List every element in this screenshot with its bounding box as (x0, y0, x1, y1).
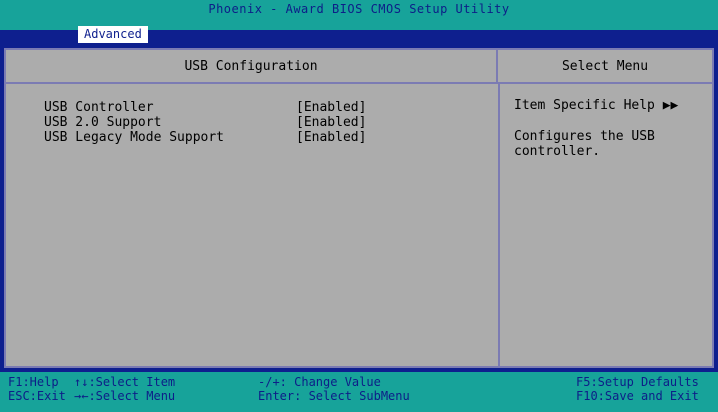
hotkey-enter: Enter: Select SubMenu (258, 389, 410, 403)
setting-label: USB 2.0 Support (44, 115, 162, 130)
hotkey-change-value: -/+: Change Value (258, 375, 381, 389)
setup-panel: USB Configuration Select Menu USB Contro… (4, 48, 714, 368)
hotkey-setup-defaults: F5:Setup Defaults (576, 375, 699, 389)
setting-value[interactable]: [Enabled] (296, 130, 366, 145)
help-title: Item Specific Help ▶▶ (514, 98, 679, 113)
setting-label: USB Controller (44, 100, 154, 115)
setting-label: USB Legacy Mode Support (44, 130, 225, 145)
setting-value[interactable]: [Enabled] (296, 100, 366, 115)
help-text: Configures the USB controller. (514, 129, 655, 159)
section-title: USB Configuration (6, 50, 498, 84)
hotkey-save-exit: F10:Save and Exit (576, 389, 699, 403)
settings-list: USB Controller [Enabled] USB 2.0 Support… (44, 100, 484, 145)
tab-advanced[interactable]: Advanced (78, 26, 148, 43)
setting-usb-2-support[interactable]: USB 2.0 Support [Enabled] (44, 115, 484, 130)
hotkey-help: F1:Help (8, 375, 59, 389)
hotkey-select-menu: →←:Select Menu (74, 389, 176, 403)
help-section-title: Select Menu (498, 50, 712, 84)
panel-divider (498, 84, 500, 366)
app-title: Phoenix - Award BIOS CMOS Setup Utility (208, 2, 510, 16)
setting-value[interactable]: [Enabled] (296, 115, 366, 130)
setting-usb-controller[interactable]: USB Controller [Enabled] (44, 100, 484, 115)
hotkey-select-item: ↑↓:Select Item (74, 375, 176, 389)
footer-hotkeys: F1:Help ESC:Exit ↑↓:Select Item →←:Selec… (0, 372, 718, 412)
setting-usb-legacy-mode[interactable]: USB Legacy Mode Support [Enabled] (44, 130, 484, 145)
hotkey-exit: ESC:Exit (8, 389, 66, 403)
help-panel: Item Specific Help ▶▶ Configures the USB… (514, 98, 704, 159)
